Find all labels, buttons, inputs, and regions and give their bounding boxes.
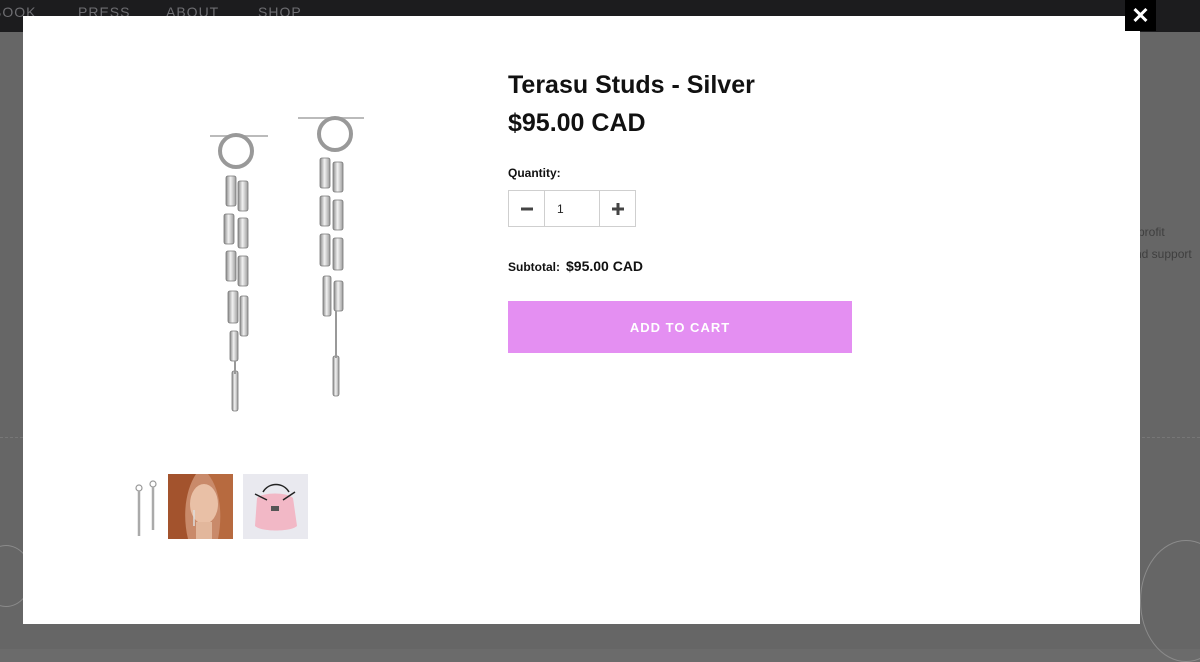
quantity-input[interactable]	[545, 191, 599, 226]
subtotal-label: Subtotal:	[508, 260, 560, 274]
thumbnail-pouch[interactable]	[243, 474, 308, 539]
close-button[interactable]: ✕	[1125, 0, 1156, 31]
quantity-label: Quantity:	[508, 166, 561, 180]
decrease-quantity-button[interactable]	[509, 191, 545, 226]
plus-icon	[611, 202, 624, 215]
minus-icon	[520, 207, 533, 210]
increase-quantity-button[interactable]	[599, 191, 635, 226]
subtotal: Subtotal: $95.00 CAD	[508, 258, 643, 274]
add-to-cart-button[interactable]: ADD TO CART	[508, 301, 852, 353]
close-icon: ✕	[1131, 2, 1150, 28]
subtotal-value: $95.00 CAD	[566, 258, 644, 274]
quantity-stepper	[508, 190, 636, 227]
product-price: $95.00 CAD	[508, 109, 646, 137]
background-text: nd support	[1135, 247, 1192, 261]
background-text: profit	[1138, 225, 1165, 239]
quick-view-modal: Terasu Studs - Silver $95.00 CAD Quantit…	[23, 16, 1140, 624]
product-main-image	[188, 96, 418, 451]
thumbnail-model[interactable]	[168, 474, 233, 539]
product-title: Terasu Studs - Silver	[508, 71, 755, 99]
